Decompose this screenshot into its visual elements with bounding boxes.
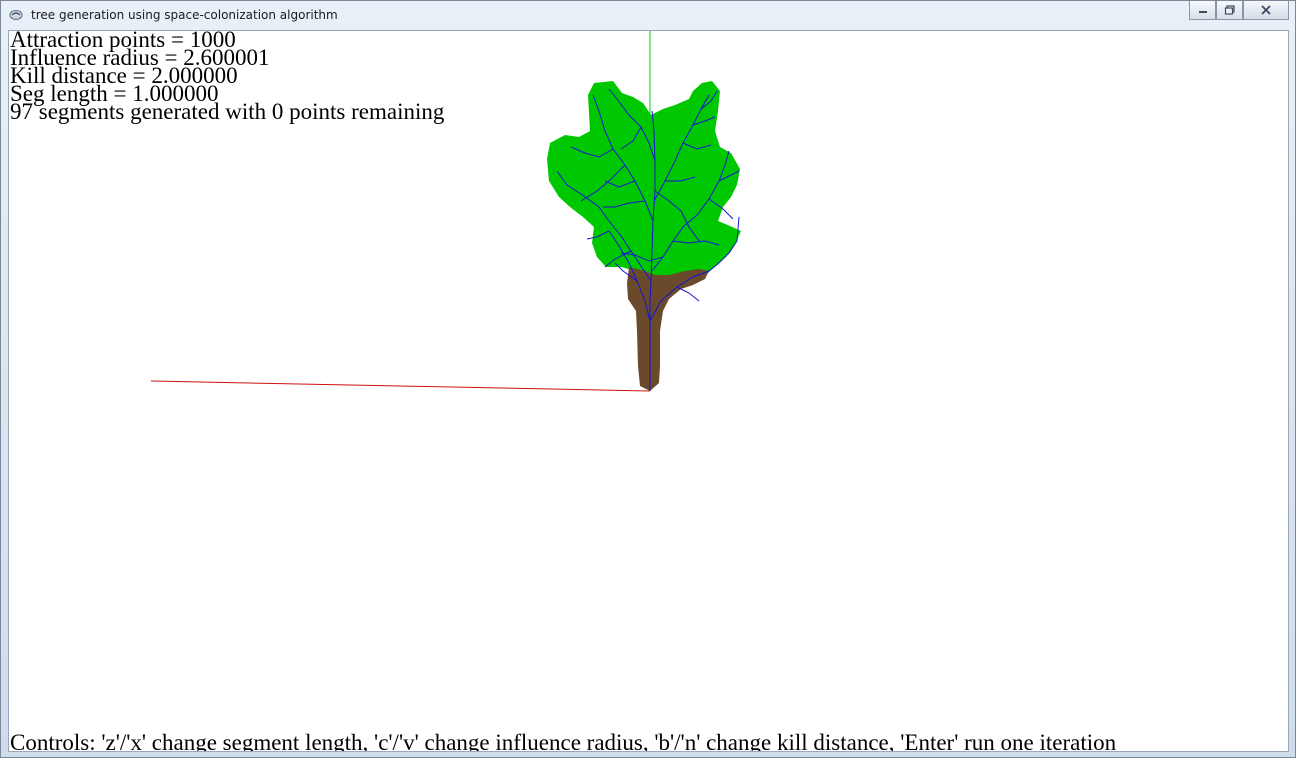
tree-foliage [547, 81, 741, 279]
render-canvas[interactable]: Attraction points = 1000 Influence radiu… [8, 30, 1289, 752]
status-text: 97 segments generated with 0 points rema… [10, 99, 445, 124]
window-title: tree generation using space-colonization… [31, 8, 338, 22]
title-bar[interactable]: tree generation using space-colonization… [1, 1, 1295, 30]
info-overlay: Attraction points = 1000 Influence radiu… [10, 31, 445, 124]
restore-icon [1224, 5, 1235, 15]
app-icon [9, 10, 23, 20]
controls-help-text: Controls: 'z'/'x' change segment length,… [10, 730, 1117, 752]
minimize-icon [1198, 11, 1207, 13]
app-window: tree generation using space-colonization… [0, 0, 1296, 758]
tree-scene [150, 31, 741, 392]
close-icon [1261, 5, 1271, 15]
minimize-button[interactable] [1189, 1, 1216, 20]
x-axis-line [150, 380, 651, 392]
close-button[interactable] [1243, 1, 1289, 20]
restore-button[interactable] [1216, 1, 1243, 20]
